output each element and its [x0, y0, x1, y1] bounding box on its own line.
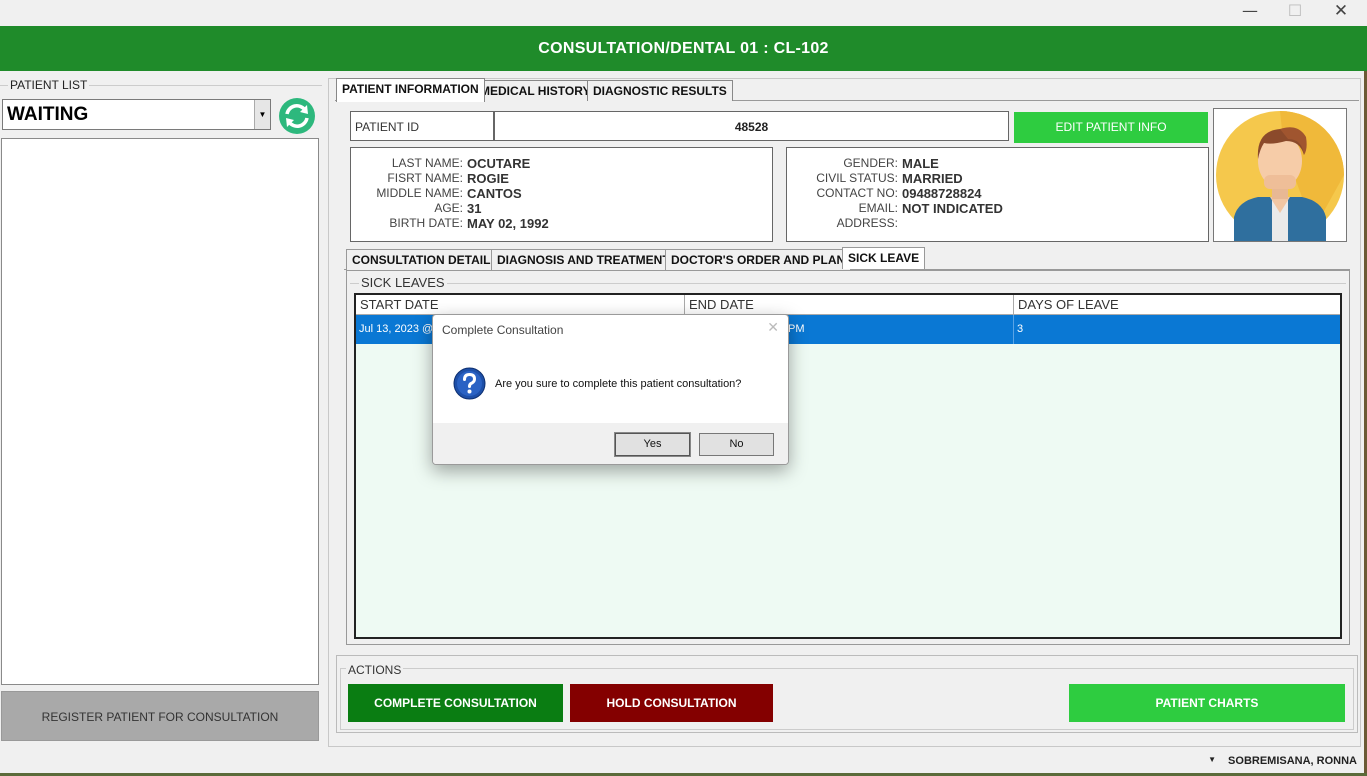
chevron-down-icon[interactable]: ▼: [254, 100, 270, 129]
tab-diagnosis-and-treatment[interactable]: DIAGNOSIS AND TREATMENT: [491, 249, 676, 270]
patient-charts-button[interactable]: PATIENT CHARTS: [1069, 684, 1345, 722]
birth-date-value: MAY 02, 1992: [467, 216, 549, 231]
chevron-down-icon[interactable]: ▼: [1208, 755, 1216, 764]
window-titlebar: — ☐ ✕: [0, 0, 1367, 26]
first-name-value: ROGIE: [467, 171, 509, 186]
patient-id-label: PATIENT ID: [350, 111, 494, 141]
tab-patient-information[interactable]: PATIENT INFORMATION: [336, 78, 485, 102]
gender-value: MALE: [902, 156, 939, 171]
maximize-button[interactable]: ☐: [1272, 0, 1318, 24]
column-end-date[interactable]: END DATE: [685, 295, 1014, 315]
contact-value: 09488728824: [902, 186, 982, 201]
refresh-icon[interactable]: [277, 97, 317, 135]
dialog-message: Are you sure to complete this patient co…: [495, 378, 742, 390]
age-value: 31: [467, 201, 482, 216]
sick-leaves-label: SICK LEAVES: [359, 275, 447, 290]
birth-date-label: BIRTH DATE:: [389, 216, 463, 230]
last-name-label: LAST NAME:: [391, 156, 463, 170]
email-label: EMAIL:: [858, 201, 898, 215]
edit-patient-info-button[interactable]: EDIT PATIENT INFO: [1014, 112, 1208, 143]
age-label: AGE:: [434, 201, 463, 215]
column-start-date[interactable]: START DATE: [356, 295, 685, 315]
complete-consultation-dialog: Complete Consultation ✕ Are you sure to …: [432, 314, 789, 465]
yes-button[interactable]: Yes: [614, 432, 691, 457]
middle-name-label: MIDDLE NAME:: [376, 186, 463, 200]
column-days-of-leave[interactable]: DAYS OF LEAVE: [1014, 295, 1340, 315]
cell-days-of-leave: 3: [1017, 323, 1024, 335]
actions-label: ACTIONS: [346, 663, 404, 677]
page-title: CONSULTATION/DENTAL 01 : CL-102: [0, 26, 1367, 71]
avatar: [1213, 108, 1347, 242]
civil-status-label: CIVIL STATUS:: [816, 171, 898, 185]
middle-name-value: CANTOS: [467, 186, 522, 201]
patient-list-label: PATIENT LIST: [8, 78, 90, 92]
patient-id-value: 48528: [494, 111, 1009, 141]
contact-label: CONTACT NO:: [816, 186, 898, 200]
dialog-title: Complete Consultation: [442, 323, 564, 337]
current-user[interactable]: SOBREMISANA, RONNA: [1228, 755, 1357, 767]
last-name-value: OCUTARE: [467, 156, 531, 171]
civil-status-value: MARRIED: [902, 171, 963, 186]
gender-label: GENDER:: [843, 156, 898, 170]
dialog-close-button[interactable]: ✕: [767, 320, 779, 336]
complete-consultation-button[interactable]: COMPLETE CONSULTATION: [348, 684, 563, 722]
sick-leave-group-line: [350, 283, 1346, 284]
register-patient-button[interactable]: REGISTER PATIENT FOR CONSULTATION: [1, 691, 319, 741]
tab-doctors-order-and-plan[interactable]: DOCTOR'S ORDER AND PLAN: [665, 249, 852, 270]
table-header: START DATE END DATE DAYS OF LEAVE: [356, 295, 1340, 315]
minimize-button[interactable]: —: [1227, 0, 1273, 24]
first-name-label: FISRT NAME:: [387, 171, 463, 185]
tab-consultation-detail[interactable]: CONSULTATION DETAIL: [346, 249, 497, 270]
patient-list[interactable]: [1, 138, 319, 685]
tab-diagnostic-results[interactable]: DIAGNOSTIC RESULTS: [587, 80, 733, 102]
tab-sick-leave[interactable]: SICK LEAVE: [842, 247, 926, 269]
close-button[interactable]: ✕: [1318, 0, 1364, 24]
patient-status-value: WAITING: [7, 104, 89, 125]
status-bar: ▼ SOBREMISANA, RONNA: [0, 751, 1364, 773]
no-button[interactable]: No: [699, 433, 774, 456]
email-value: NOT INDICATED: [902, 201, 1003, 216]
question-icon: [453, 367, 486, 400]
tab-medical-history[interactable]: MEDICAL HISTORY: [474, 80, 597, 102]
hold-consultation-button[interactable]: HOLD CONSULTATION: [570, 684, 773, 722]
address-label: ADDRESS:: [836, 216, 898, 230]
patient-status-select[interactable]: WAITING ▼: [2, 99, 271, 130]
